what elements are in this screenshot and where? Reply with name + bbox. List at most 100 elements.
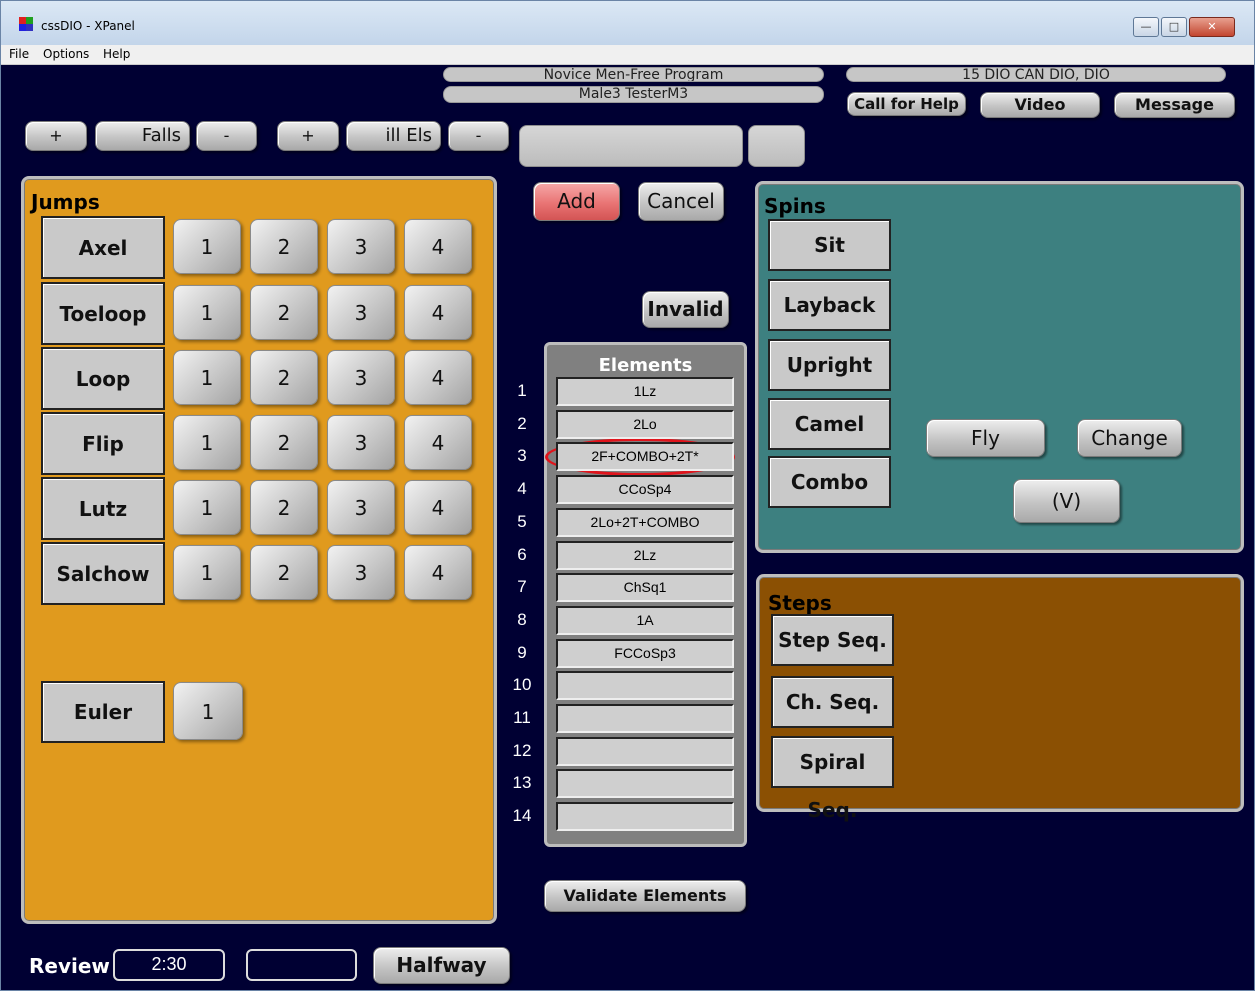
review-label: Review: [29, 954, 110, 978]
ill-els-display: ill Els: [346, 121, 441, 151]
close-icon[interactable]: ✕: [1189, 17, 1235, 37]
elements-title: Elements: [598, 355, 693, 376]
element-row[interactable]: FCCoSp3: [556, 639, 734, 668]
jump-salchow-button[interactable]: Salchow: [41, 542, 165, 605]
review-blank-field: [246, 949, 357, 981]
message-button[interactable]: Message: [1114, 92, 1235, 118]
v-button[interactable]: (V): [1013, 479, 1120, 523]
jump-toeloop-level-3[interactable]: 3: [327, 285, 395, 340]
jump-lutz-level-4[interactable]: 4: [404, 480, 472, 535]
jump-toeloop-button[interactable]: Toeloop: [41, 282, 165, 345]
jump-lutz-level-3[interactable]: 3: [327, 480, 395, 535]
element-row[interactable]: [556, 802, 734, 831]
jump-flip-level-3[interactable]: 3: [327, 415, 395, 470]
jump-flip-button[interactable]: Flip: [41, 412, 165, 475]
review-time-field: 2:30: [113, 949, 225, 981]
element-index: 14: [512, 806, 532, 825]
minimize-icon[interactable]: —: [1133, 17, 1159, 37]
steps-spiral-seq-button[interactable]: Spiral Seq.: [771, 736, 894, 822]
cancel-button[interactable]: Cancel: [638, 182, 724, 221]
jump-toeloop-level-1[interactable]: 1: [173, 285, 241, 340]
element-entry-suffix-field[interactable]: [748, 125, 805, 167]
element-row[interactable]: 1Lz: [556, 377, 734, 406]
jump-loop-level-3[interactable]: 3: [327, 350, 395, 405]
jump-salchow-level-3[interactable]: 3: [327, 545, 395, 600]
jump-loop-button[interactable]: Loop: [41, 347, 165, 410]
menu-file[interactable]: File: [9, 47, 29, 61]
jump-flip-level-1[interactable]: 1: [173, 415, 241, 470]
steps-title: Steps: [768, 591, 832, 615]
xpanel-window: cssDIO - XPanel — □ ✕ File Options Help …: [0, 0, 1255, 991]
jump-loop-level-1[interactable]: 1: [173, 350, 241, 405]
spin-upright-button[interactable]: Upright: [768, 339, 891, 391]
video-button[interactable]: Video: [980, 92, 1100, 118]
element-row[interactable]: [556, 769, 734, 798]
halfway-button[interactable]: Halfway: [373, 947, 510, 984]
jump-lutz-button[interactable]: Lutz: [41, 477, 165, 540]
jump-lutz-level-1[interactable]: 1: [173, 480, 241, 535]
jump-loop-level-4[interactable]: 4: [404, 350, 472, 405]
jumps-title: Jumps: [31, 190, 100, 214]
element-index: 13: [512, 773, 532, 792]
element-row[interactable]: [556, 737, 734, 766]
spin-layback-button[interactable]: Layback: [768, 279, 891, 331]
element-row[interactable]: 2Lz: [556, 541, 734, 570]
falls-minus-button[interactable]: -: [196, 121, 257, 151]
jump-axel-level-2[interactable]: 2: [250, 219, 318, 274]
element-index: 5: [517, 512, 527, 531]
jump-axel-level-1[interactable]: 1: [173, 219, 241, 274]
fly-button[interactable]: Fly: [926, 419, 1045, 457]
element-index: 8: [517, 610, 527, 629]
ill-els-minus-button[interactable]: -: [448, 121, 509, 151]
ill-els-plus-button[interactable]: +: [277, 121, 339, 151]
jump-toeloop-level-2[interactable]: 2: [250, 285, 318, 340]
app-icon: [19, 17, 35, 31]
title-bar: cssDIO - XPanel — □ ✕: [1, 1, 1254, 45]
element-row[interactable]: [556, 671, 734, 700]
jump-axel-button[interactable]: Axel: [41, 216, 165, 279]
menu-options[interactable]: Options: [43, 47, 89, 61]
falls-plus-button[interactable]: +: [25, 121, 87, 151]
element-row[interactable]: [556, 704, 734, 733]
maximize-icon[interactable]: □: [1161, 17, 1187, 37]
change-button[interactable]: Change: [1077, 419, 1182, 457]
element-row[interactable]: 2F+COMBO+2T*: [556, 442, 734, 471]
jump-euler-button[interactable]: Euler: [41, 681, 165, 743]
steps-step-seq-button[interactable]: Step Seq.: [771, 614, 894, 666]
steps-ch-seq-button[interactable]: Ch. Seq.: [771, 676, 894, 728]
program-label: Novice Men-Free Program: [443, 67, 824, 82]
element-index: 6: [517, 545, 527, 564]
element-index: 7: [517, 577, 527, 596]
jump-axel-level-3[interactable]: 3: [327, 219, 395, 274]
spin-camel-button[interactable]: Camel: [768, 398, 891, 450]
jump-salchow-level-4[interactable]: 4: [404, 545, 472, 600]
jump-salchow-level-2[interactable]: 2: [250, 545, 318, 600]
invalid-button[interactable]: Invalid: [642, 291, 729, 328]
element-index: 4: [517, 479, 527, 498]
jump-flip-level-4[interactable]: 4: [404, 415, 472, 470]
spin-sit-button[interactable]: Sit: [768, 219, 891, 271]
jump-lutz-level-2[interactable]: 2: [250, 480, 318, 535]
element-row[interactable]: 2Lo+2T+COMBO: [556, 508, 734, 537]
jump-salchow-level-1[interactable]: 1: [173, 545, 241, 600]
jump-loop-level-2[interactable]: 2: [250, 350, 318, 405]
element-row[interactable]: 2Lo: [556, 410, 734, 439]
element-index: 10: [512, 675, 532, 694]
event-label: 15 DIO CAN DIO, DIO: [846, 67, 1226, 82]
element-entry-field[interactable]: [519, 125, 743, 167]
menu-bar: File Options Help: [1, 45, 1254, 65]
element-index: 1: [517, 381, 527, 400]
validate-elements-button[interactable]: Validate Elements: [544, 880, 746, 912]
jump-euler-level-1[interactable]: 1: [173, 682, 243, 740]
spin-combo-button[interactable]: Combo: [768, 456, 891, 508]
jump-axel-level-4[interactable]: 4: [404, 219, 472, 274]
menu-help[interactable]: Help: [103, 47, 130, 61]
jump-toeloop-level-4[interactable]: 4: [404, 285, 472, 340]
element-row[interactable]: CCoSp4: [556, 475, 734, 504]
element-index: 2: [517, 414, 527, 433]
element-row[interactable]: 1A: [556, 606, 734, 635]
element-row[interactable]: ChSq1: [556, 573, 734, 602]
call-for-help-button[interactable]: Call for Help: [847, 92, 966, 116]
jump-flip-level-2[interactable]: 2: [250, 415, 318, 470]
add-button[interactable]: Add: [533, 182, 620, 221]
